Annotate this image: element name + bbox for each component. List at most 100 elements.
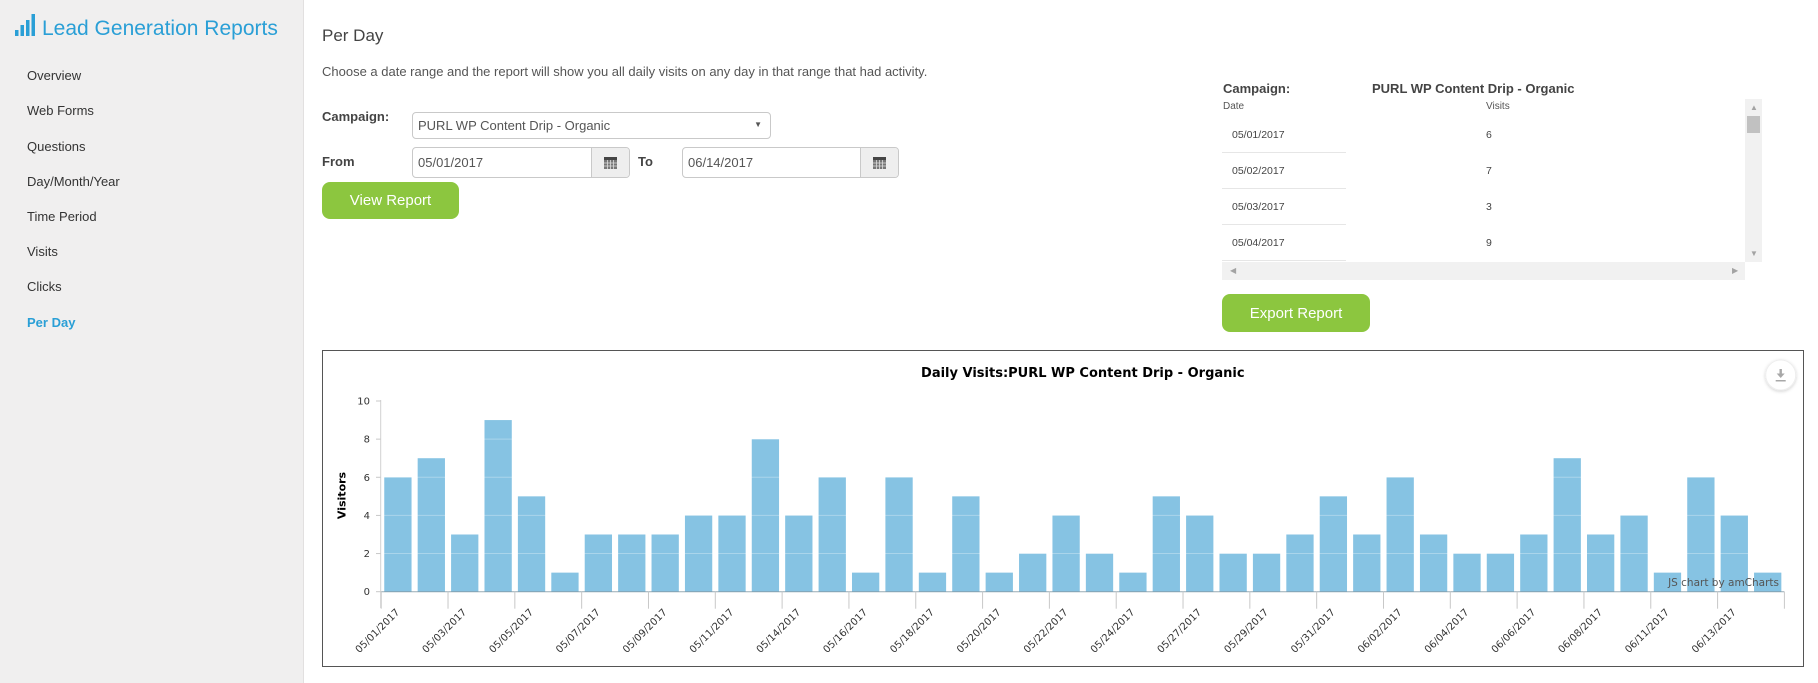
bar[interactable] xyxy=(1586,534,1615,592)
bar[interactable] xyxy=(818,477,846,592)
table-row: 05/01/2017 6 xyxy=(1222,117,1745,153)
bar[interactable] xyxy=(584,534,613,592)
x-tick-label: 05/31/2017 xyxy=(1289,607,1338,656)
bar[interactable] xyxy=(1520,534,1548,592)
daily-visits-chart: Daily Visits:PURL WP Content Drip - Orga… xyxy=(322,350,1804,667)
x-tick-label: 06/08/2017 xyxy=(1557,607,1606,656)
row-date: 05/03/2017 xyxy=(1232,201,1285,213)
bar[interactable] xyxy=(618,534,646,592)
bar[interactable] xyxy=(1687,477,1715,592)
bar[interactable] xyxy=(417,458,445,592)
x-tick-label: 05/11/2017 xyxy=(688,607,737,656)
bar[interactable] xyxy=(1553,458,1581,592)
from-date-input[interactable] xyxy=(413,148,588,177)
x-tick-label: 05/18/2017 xyxy=(888,607,937,656)
bar[interactable] xyxy=(451,534,479,592)
bar[interactable] xyxy=(1286,534,1314,592)
view-report-button[interactable]: View Report xyxy=(322,182,459,219)
bar[interactable] xyxy=(1419,534,1448,592)
brand[interactable]: Lead Generation Reports xyxy=(15,14,278,41)
app-title: Lead Generation Reports xyxy=(42,17,278,40)
scroll-left-arrow-icon[interactable]: ◀ xyxy=(1230,267,1236,275)
vertical-scroll-thumb[interactable] xyxy=(1747,116,1760,133)
from-label: From xyxy=(322,154,355,169)
table-horizontal-scrollbar[interactable]: ◀ ▶ xyxy=(1222,262,1745,280)
y-tick-label: 8 xyxy=(364,435,370,446)
bar[interactable] xyxy=(952,496,980,592)
x-tick-label: 05/29/2017 xyxy=(1222,607,1271,656)
y-tick-label: 6 xyxy=(364,473,370,484)
row-visits: 6 xyxy=(1486,129,1492,141)
bar[interactable] xyxy=(1453,553,1481,592)
bar[interactable] xyxy=(1152,496,1180,592)
x-tick-label: 05/07/2017 xyxy=(554,607,603,656)
chart-export-button[interactable] xyxy=(1765,359,1797,391)
sidebar-item-overview[interactable]: Overview xyxy=(27,68,81,84)
x-tick-label: 05/16/2017 xyxy=(822,607,871,656)
bar[interactable] xyxy=(885,477,913,592)
bar[interactable] xyxy=(384,477,412,592)
bar[interactable] xyxy=(1219,553,1247,592)
column-header-visits: Visits xyxy=(1486,101,1510,112)
y-tick-label: 4 xyxy=(364,511,370,522)
calendar-icon xyxy=(604,156,617,169)
x-tick-label: 06/02/2017 xyxy=(1356,607,1405,656)
bar[interactable] xyxy=(1085,553,1114,592)
visits-table: Date Visits 05/01/2017 6 05/02/2017 7 05… xyxy=(1222,99,1745,262)
bar[interactable] xyxy=(918,572,947,592)
campaign-select-value: PURL WP Content Drip - Organic xyxy=(418,118,611,133)
bar[interactable] xyxy=(1252,553,1281,592)
sidebar-item-visits[interactable]: Visits xyxy=(27,244,58,260)
bar[interactable] xyxy=(1386,477,1414,592)
row-date: 05/02/2017 xyxy=(1232,165,1285,177)
from-calendar-button[interactable] xyxy=(591,148,629,177)
x-tick-label: 05/24/2017 xyxy=(1089,607,1138,656)
bar[interactable] xyxy=(1486,553,1515,592)
scroll-up-arrow-icon[interactable]: ▲ xyxy=(1750,104,1758,112)
bar[interactable] xyxy=(985,572,1013,592)
row-date: 05/04/2017 xyxy=(1232,237,1285,249)
x-tick-label: 05/01/2017 xyxy=(354,607,403,656)
bar[interactable] xyxy=(517,496,546,592)
download-icon-stem xyxy=(1779,369,1782,374)
row-visits: 9 xyxy=(1486,237,1492,249)
table-row: 05/03/2017 3 xyxy=(1222,189,1745,225)
amcharts-credit-link[interactable]: JS chart by amCharts xyxy=(1667,577,1779,589)
y-tick-label: 10 xyxy=(357,397,370,408)
bar[interactable] xyxy=(1319,496,1348,592)
bar[interactable] xyxy=(1353,534,1381,592)
table-row: 05/02/2017 7 xyxy=(1222,153,1745,189)
to-calendar-button[interactable] xyxy=(860,148,898,177)
caret-down-icon: ▼ xyxy=(754,120,762,129)
row-visits: 7 xyxy=(1486,165,1492,177)
table-vertical-scrollbar[interactable]: ▲ ▼ xyxy=(1745,99,1762,262)
sidebar-item-day-month-year[interactable]: Day/Month/Year xyxy=(27,174,120,190)
sidebar-item-time-period[interactable]: Time Period xyxy=(27,209,97,225)
campaign-label: Campaign: xyxy=(322,109,390,124)
x-tick-label: 05/03/2017 xyxy=(421,607,470,656)
y-axis-title: Visitors xyxy=(335,471,348,519)
scroll-right-arrow-icon[interactable]: ▶ xyxy=(1732,267,1738,275)
export-report-button[interactable]: Export Report xyxy=(1222,294,1370,332)
page-description: Choose a date range and the report will … xyxy=(322,64,928,79)
bar[interactable] xyxy=(851,572,880,592)
bar[interactable] xyxy=(1119,572,1147,592)
scroll-down-arrow-icon[interactable]: ▼ xyxy=(1750,250,1758,258)
x-tick-label: 05/14/2017 xyxy=(755,607,804,656)
sidebar-item-clicks[interactable]: Clicks xyxy=(27,279,62,295)
to-date-input[interactable] xyxy=(683,148,858,177)
sidebar: Lead Generation Reports Overview Web For… xyxy=(0,0,304,683)
bar[interactable] xyxy=(551,572,579,592)
sidebar-item-questions[interactable]: Questions xyxy=(27,139,86,155)
y-tick-label: 0 xyxy=(364,587,370,598)
bar[interactable] xyxy=(1019,553,1047,592)
bar[interactable] xyxy=(484,420,512,592)
x-tick-label: 06/11/2017 xyxy=(1623,607,1672,656)
sidebar-item-per-day[interactable]: Per Day xyxy=(27,315,75,331)
download-icon-base xyxy=(1775,380,1786,382)
sidebar-item-web-forms[interactable]: Web Forms xyxy=(27,103,94,119)
x-tick-label: 05/05/2017 xyxy=(487,607,536,656)
bar[interactable] xyxy=(651,534,679,592)
column-header-date: Date xyxy=(1223,101,1245,112)
campaign-select[interactable]: PURL WP Content Drip - Organic ▼ xyxy=(412,112,771,139)
